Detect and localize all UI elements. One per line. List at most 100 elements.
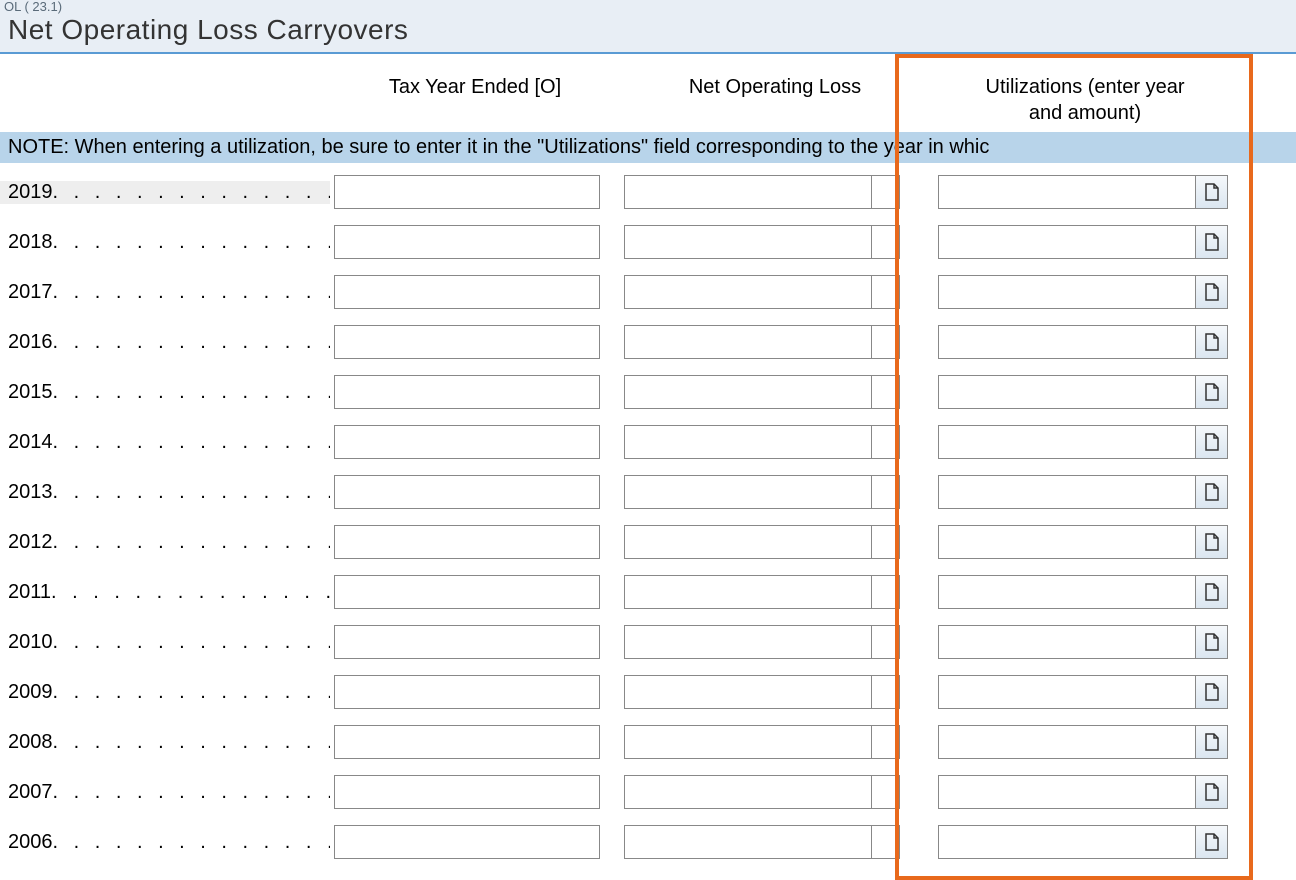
nol-suffix-input[interactable]	[872, 675, 900, 709]
utilization-input[interactable]	[938, 775, 1196, 809]
document-icon	[1204, 583, 1220, 601]
nol-input[interactable]	[624, 225, 872, 259]
nol-suffix-input[interactable]	[872, 375, 900, 409]
tax-year-input[interactable]	[334, 475, 600, 509]
tax-year-input[interactable]	[334, 575, 600, 609]
nol-input[interactable]	[624, 375, 872, 409]
tax-year-input[interactable]	[334, 775, 600, 809]
utilization-detail-button[interactable]	[1196, 375, 1228, 409]
nol-suffix-input[interactable]	[872, 525, 900, 559]
utilization-detail-button[interactable]	[1196, 525, 1228, 559]
document-icon	[1204, 333, 1220, 351]
nol-suffix-input[interactable]	[872, 325, 900, 359]
utilization-detail-button[interactable]	[1196, 225, 1228, 259]
nol-input[interactable]	[624, 725, 872, 759]
year-label: 2012. . . . . . . . . . . . . . . .	[0, 531, 330, 554]
table-row: 2015. . . . . . . . . . . . . . . .	[0, 367, 1296, 417]
utilization-input[interactable]	[938, 525, 1196, 559]
year-label: 2013. . . . . . . . . . . . . . . .	[0, 481, 330, 504]
utilization-input[interactable]	[938, 675, 1196, 709]
nol-suffix-input[interactable]	[872, 625, 900, 659]
table-row: 2007. . . . . . . . . . . . . . . .	[0, 767, 1296, 817]
nol-input[interactable]	[624, 275, 872, 309]
nol-input[interactable]	[624, 525, 872, 559]
tax-year-input[interactable]	[334, 525, 600, 559]
utilization-input[interactable]	[938, 825, 1196, 859]
utilization-input[interactable]	[938, 325, 1196, 359]
table-row: 2012. . . . . . . . . . . . . . . .	[0, 517, 1296, 567]
document-icon	[1204, 383, 1220, 401]
nol-input[interactable]	[624, 475, 872, 509]
year-label: 2019. . . . . . . . . . . . . . . .	[0, 181, 330, 204]
table-row: 2013. . . . . . . . . . . . . . . .	[0, 467, 1296, 517]
year-label: 2007. . . . . . . . . . . . . . . .	[0, 781, 330, 804]
table-row: 2017. . . . . . . . . . . . . . . .	[0, 267, 1296, 317]
document-icon	[1204, 783, 1220, 801]
nol-suffix-input[interactable]	[872, 825, 900, 859]
tax-year-input[interactable]	[334, 625, 600, 659]
nol-suffix-input[interactable]	[872, 225, 900, 259]
tax-year-input[interactable]	[334, 275, 600, 309]
document-icon	[1204, 483, 1220, 501]
tax-year-input[interactable]	[334, 225, 600, 259]
nol-suffix-input[interactable]	[872, 725, 900, 759]
utilization-detail-button[interactable]	[1196, 725, 1228, 759]
nol-input[interactable]	[624, 325, 872, 359]
tax-year-input[interactable]	[334, 825, 600, 859]
tax-year-input[interactable]	[334, 425, 600, 459]
document-icon	[1204, 633, 1220, 651]
utilization-input[interactable]	[938, 625, 1196, 659]
utilization-input[interactable]	[938, 175, 1196, 209]
year-label: 2009. . . . . . . . . . . . . . . .	[0, 681, 330, 704]
nol-suffix-input[interactable]	[872, 575, 900, 609]
utilization-detail-button[interactable]	[1196, 325, 1228, 359]
nol-input[interactable]	[624, 575, 872, 609]
nol-suffix-input[interactable]	[872, 425, 900, 459]
nol-input[interactable]	[624, 425, 872, 459]
year-label: 2016. . . . . . . . . . . . . . . .	[0, 331, 330, 354]
utilization-input[interactable]	[938, 475, 1196, 509]
utilization-detail-button[interactable]	[1196, 275, 1228, 309]
utilization-detail-button[interactable]	[1196, 625, 1228, 659]
nol-suffix-input[interactable]	[872, 275, 900, 309]
tax-year-input[interactable]	[334, 325, 600, 359]
utilization-input[interactable]	[938, 275, 1196, 309]
table-row: 2010. . . . . . . . . . . . . . . .	[0, 617, 1296, 667]
nol-input[interactable]	[624, 775, 872, 809]
utilization-detail-button[interactable]	[1196, 775, 1228, 809]
year-label: 2014. . . . . . . . . . . . . . . .	[0, 431, 330, 454]
document-icon	[1204, 683, 1220, 701]
utilization-detail-button[interactable]	[1196, 675, 1228, 709]
utilization-input[interactable]	[938, 725, 1196, 759]
tax-year-input[interactable]	[334, 375, 600, 409]
document-icon	[1204, 233, 1220, 251]
tax-year-input[interactable]	[334, 675, 600, 709]
nol-input[interactable]	[624, 625, 872, 659]
tax-year-input[interactable]	[334, 725, 600, 759]
utilization-detail-button[interactable]	[1196, 425, 1228, 459]
table-row: 2006. . . . . . . . . . . . . . . .	[0, 817, 1296, 867]
utilization-detail-button[interactable]	[1196, 575, 1228, 609]
nol-input[interactable]	[624, 175, 872, 209]
utilization-input[interactable]	[938, 225, 1196, 259]
nol-suffix-input[interactable]	[872, 175, 900, 209]
year-label: 2010. . . . . . . . . . . . . . . .	[0, 631, 330, 654]
tax-year-input[interactable]	[334, 175, 600, 209]
utilization-detail-button[interactable]	[1196, 825, 1228, 859]
table-row: 2014. . . . . . . . . . . . . . . .	[0, 417, 1296, 467]
nol-suffix-input[interactable]	[872, 475, 900, 509]
utilization-input[interactable]	[938, 425, 1196, 459]
table-row: 2016. . . . . . . . . . . . . . . .	[0, 317, 1296, 367]
utilization-input[interactable]	[938, 375, 1196, 409]
corner-label: OL ( 23.1)	[0, 0, 1296, 14]
document-icon	[1204, 533, 1220, 551]
nol-suffix-input[interactable]	[872, 775, 900, 809]
utilization-detail-button[interactable]	[1196, 475, 1228, 509]
utilization-detail-button[interactable]	[1196, 175, 1228, 209]
utilization-input[interactable]	[938, 575, 1196, 609]
header-tax-year: Tax Year Ended [O]	[330, 68, 620, 132]
nol-input[interactable]	[624, 675, 872, 709]
column-headers: Tax Year Ended [O] Net Operating Loss Ut…	[0, 54, 1296, 132]
nol-input[interactable]	[624, 825, 872, 859]
year-label: 2018. . . . . . . . . . . . . . . .	[0, 231, 330, 254]
